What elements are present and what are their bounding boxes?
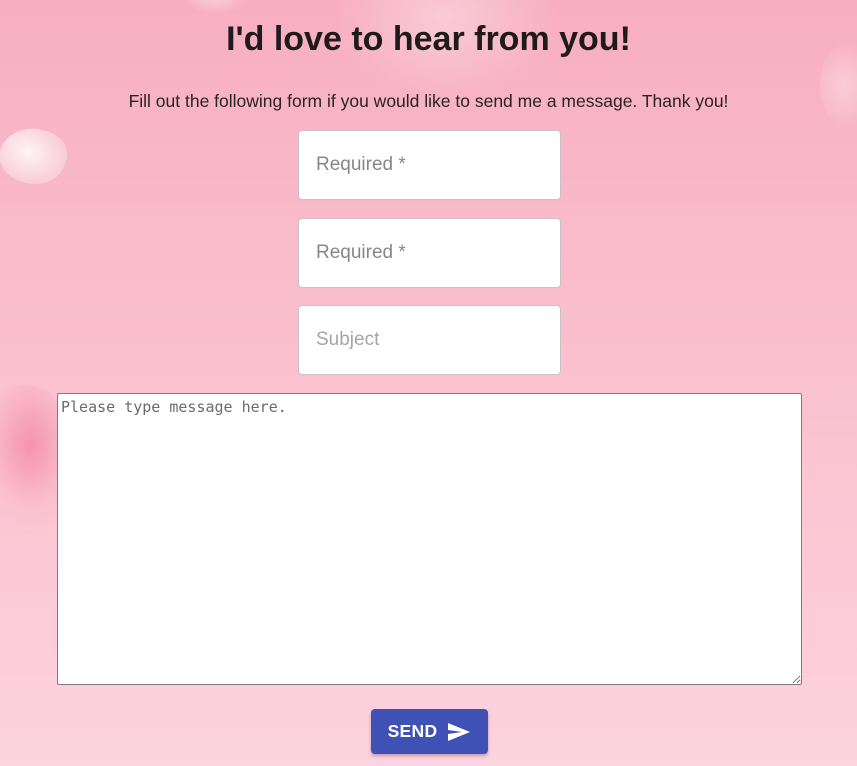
send-button-label: SEND [387,721,438,741]
background-petal [180,0,250,15]
background-petal [0,119,74,193]
message-textarea[interactable] [57,393,802,685]
send-icon [447,722,471,742]
page-title: I'd love to hear from you! [226,20,631,58]
send-button[interactable]: SEND [371,709,488,754]
name-field[interactable] [298,130,561,200]
subject-field[interactable] [298,305,561,375]
email-field[interactable] [298,218,561,288]
page-subtitle: Fill out the following form if you would… [128,91,729,111]
